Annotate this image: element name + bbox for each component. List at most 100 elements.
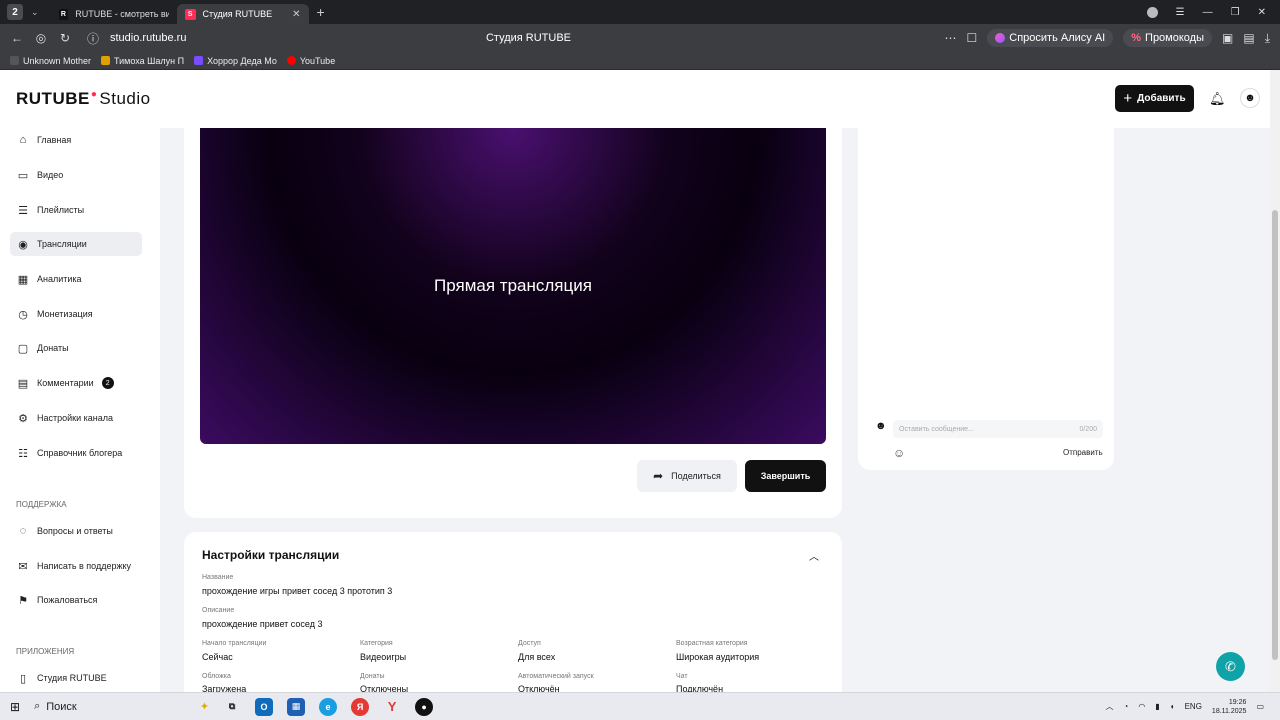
scroll-thumb[interactable] [1272, 210, 1278, 660]
field-label: Донаты [360, 673, 385, 680]
window-close-icon[interactable]: ✕ [1258, 7, 1266, 18]
bookmark-label: Хоррор Деда Мо [207, 55, 277, 66]
bookmark-icon [10, 56, 19, 65]
chevron-down-icon[interactable]: ⌄ [31, 7, 39, 18]
wifi-icon[interactable]: ◠ [1138, 702, 1145, 711]
sidebar-item-label: Донаты [37, 343, 69, 353]
taskbar-search[interactable]: ⌕ Поиск ✦ [34, 700, 209, 713]
add-button[interactable]: + Добавить [1115, 85, 1194, 112]
sidebar-item-broadcasts[interactable]: ◉ Трансляции [10, 232, 142, 256]
bookmark-item[interactable]: Хоррор Деда Мо [194, 56, 277, 66]
yandex-icon[interactable]: Я [351, 697, 370, 716]
notifications-icon[interactable]: ▭ [1256, 702, 1264, 711]
sidebar-item-label: Монетизация [37, 309, 93, 319]
store-icon[interactable]: ▦ [287, 697, 306, 716]
chat-counter: 0/200 [1079, 425, 1097, 433]
sidebar-item-comments[interactable]: ▤ Комментарии 2 [10, 371, 142, 395]
search-label: Поиск [46, 700, 77, 713]
bookmark-label: YouTube [299, 55, 336, 66]
sidebar-item-video[interactable]: ▭ Видео [10, 163, 142, 187]
extensions-icon[interactable]: ▤ [1243, 31, 1254, 45]
chevron-up-icon[interactable]: ︿ [809, 548, 819, 563]
sidebar-item-write-support[interactable]: ✉ Написать в поддержку [10, 554, 142, 578]
avatar[interactable]: ☻ [1240, 88, 1260, 108]
send-button[interactable]: Отправить [1063, 448, 1103, 457]
field-value: Отключён [518, 684, 560, 692]
sidebar-item-label: Вопросы и ответы [37, 526, 113, 536]
volume-icon[interactable]: ◖ [1170, 702, 1175, 711]
close-icon[interactable]: ✕ [292, 9, 300, 20]
handbook-icon: ☷ [18, 447, 28, 460]
sidebar-item-label: Справочник блогера [37, 448, 123, 458]
collections-icon[interactable]: ▣ [1222, 31, 1233, 45]
chat-message-input[interactable]: Оставить сообщение... 0/200 [893, 420, 1103, 438]
profile-icon[interactable] [1146, 6, 1158, 18]
video-player[interactable]: Прямая трансляция [200, 128, 826, 444]
field-value: Широкая аудитория [676, 652, 760, 662]
sidebar-item-analytics[interactable]: ▦ Аналитика [10, 267, 142, 291]
sidebar-item-home[interactable]: ⌂ Главная [10, 128, 142, 152]
bookmarks-bar: Unknown Mother Тимоха Шалун П Хоррор Дед… [0, 52, 1280, 70]
field-value: Подключён [676, 684, 724, 692]
sidebar-item-handbook[interactable]: ☷ Справочник блогера [10, 441, 142, 465]
description-label: Описание [202, 607, 235, 614]
new-tab-icon[interactable]: + [317, 4, 325, 20]
browser-tab-studio[interactable]: S Студия RUTUBE ✕ [176, 4, 309, 24]
rutube-studio-logo[interactable]: RUTUBE● Studio [16, 89, 151, 109]
bookmark-icon [194, 56, 204, 65]
maximize-icon[interactable]: ❐ [1231, 7, 1240, 18]
finish-button[interactable]: Завершить [745, 460, 826, 492]
percent-icon: % [1131, 32, 1142, 44]
name-label: Название [202, 574, 234, 581]
player-card: Прямая трансляция ➦ Поделиться Завершить [184, 118, 842, 518]
network-icon[interactable]: ◔ [1124, 702, 1129, 711]
tab-counter[interactable]: 2 [7, 4, 23, 20]
clock[interactable]: 19:26 18.11.2025 [1212, 698, 1247, 716]
emoji-icon[interactable]: ☺ [893, 446, 905, 460]
search-icon: ⌕ [34, 700, 41, 712]
download-icon[interactable]: ⤓ [1265, 31, 1270, 46]
promo-button[interactable]: % Промокоды [1123, 29, 1212, 47]
settings-icon: ⚙ [18, 412, 28, 425]
home-icon: ⌂ [19, 134, 27, 146]
faq-icon: ◌ [19, 525, 27, 537]
field-label: Обложка [202, 673, 231, 680]
sidebar-item-monetization[interactable]: ◷ Монетизация [10, 302, 142, 326]
menu-icon[interactable]: ☰ [1176, 7, 1185, 18]
comments-icon: ▤ [17, 377, 29, 390]
minimize-icon[interactable]: — [1203, 7, 1213, 18]
sidebar-item-playlists[interactable]: ☰ Плейлисты [10, 198, 142, 222]
promo-label: Промокоды [1145, 32, 1204, 44]
sidebar-item-report[interactable]: ⚑ Пожаловаться [10, 588, 142, 612]
donation-icon: ▢ [17, 342, 29, 355]
page-scrollbar[interactable] [1270, 70, 1280, 692]
bookmark-item[interactable]: Unknown Mother [10, 56, 91, 66]
language-indicator[interactable]: ENG [1185, 702, 1202, 711]
chevron-up-icon[interactable]: ︿ [1106, 701, 1114, 712]
bookmark-item[interactable]: Тимоха Шалун П [101, 56, 184, 66]
bookmark-item[interactable]: YouTube [286, 55, 336, 66]
sidebar-item-channel-settings[interactable]: ⚙ Настройки канала [10, 406, 142, 430]
broadcast-settings-card: Настройки трансляции ︿ Название прохожде… [184, 532, 842, 692]
yandex-browser-icon[interactable]: Y [383, 698, 401, 716]
sidebar-item-faq[interactable]: ◌ Вопросы и ответы [10, 519, 142, 543]
bell-icon[interactable]: 🔔︎ [1209, 91, 1226, 107]
mic-icon[interactable]: ▮ [1155, 702, 1159, 711]
broadcast-icon: ◉ [18, 238, 28, 251]
apps-section-title: Приложения [16, 647, 75, 656]
edge-icon[interactable]: e [319, 697, 338, 716]
share-button[interactable]: ➦ Поделиться [637, 460, 737, 492]
windows-start-icon[interactable]: ⊞ [10, 700, 20, 714]
field-label: Автоматический запуск [518, 673, 594, 680]
help-chat-button[interactable]: ✆ [1216, 652, 1245, 681]
share-label: Поделиться [671, 471, 721, 481]
recorder-icon[interactable]: ● [415, 697, 434, 716]
sidebar-item-donations[interactable]: ▢ Донаты [10, 336, 142, 360]
browser-tab-rutube[interactable]: R RUTUBE - смотреть виде [51, 4, 177, 24]
sidebar-item-studio-app[interactable]: ▯ Студия RUTUBE [10, 666, 142, 690]
bookmark-label: Тимоха Шалун П [114, 55, 185, 66]
sidebar-item-label: Аналитика [37, 274, 82, 284]
clock-date: 18.11.2025 [1211, 707, 1247, 715]
outlook-icon[interactable]: O [255, 697, 274, 716]
task-view-icon[interactable]: ⧉ [223, 698, 241, 716]
